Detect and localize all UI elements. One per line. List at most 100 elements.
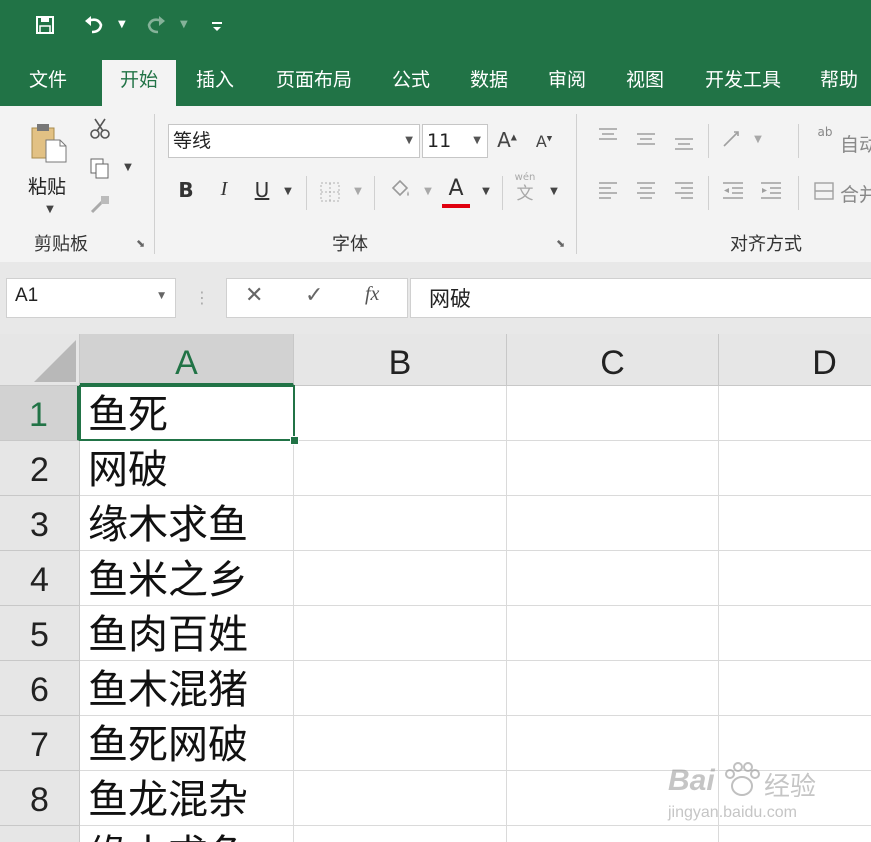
font-launcher-icon[interactable]: ⬊ xyxy=(556,238,568,250)
cell-b4[interactable] xyxy=(294,551,507,606)
cell-b9[interactable] xyxy=(294,826,507,842)
clipboard-launcher-icon[interactable]: ⬊ xyxy=(136,238,148,250)
tab-view[interactable]: 视图 xyxy=(614,60,676,106)
font-color-button[interactable]: A xyxy=(442,176,470,201)
phonetic-dropdown-icon[interactable]: ▼ xyxy=(548,186,560,197)
cell-a1[interactable]: 鱼死 xyxy=(80,386,294,441)
merge-center-label[interactable]: 合并 xyxy=(840,180,871,207)
row-header[interactable]: 1 xyxy=(0,386,80,441)
cell-c3[interactable] xyxy=(507,496,719,551)
save-icon[interactable] xyxy=(34,12,56,38)
align-right-icon[interactable] xyxy=(672,180,696,202)
row-header[interactable]: 8 xyxy=(0,771,80,826)
bold-button[interactable]: B xyxy=(176,178,196,202)
paste-icon[interactable] xyxy=(22,120,72,164)
font-color-dropdown-icon[interactable]: ▼ xyxy=(480,186,492,197)
cell-c2[interactable] xyxy=(507,441,719,496)
insert-function-button[interactable]: fx xyxy=(365,283,379,306)
row-header[interactable]: 3 xyxy=(0,496,80,551)
paste-dropdown-icon[interactable]: ▼ xyxy=(44,204,56,215)
cut-icon[interactable] xyxy=(88,116,112,140)
copy-dropdown-icon[interactable]: ▼ xyxy=(122,162,134,173)
increase-indent-icon[interactable] xyxy=(758,180,784,202)
grow-font-button[interactable]: A▲ xyxy=(496,128,518,152)
cell-b5[interactable] xyxy=(294,606,507,661)
cell-a2[interactable]: 网破 xyxy=(80,441,294,496)
fill-color-dropdown-icon[interactable]: ▼ xyxy=(422,186,434,197)
font-size-dropdown-icon[interactable]: ▼ xyxy=(473,125,481,157)
wrap-text-icon[interactable]: ab xyxy=(814,126,836,138)
tab-review[interactable]: 审阅 xyxy=(536,60,598,106)
paste-button[interactable]: 粘贴 xyxy=(22,172,72,199)
row-header[interactable]: 9 xyxy=(0,826,80,842)
merge-center-icon[interactable] xyxy=(812,180,836,202)
undo-dropdown-icon[interactable]: ▼ xyxy=(118,12,130,38)
orientation-icon[interactable] xyxy=(720,128,746,150)
tab-formulas[interactable]: 公式 xyxy=(380,60,442,106)
underline-dropdown-icon[interactable]: ▼ xyxy=(282,186,294,197)
customize-qat-icon[interactable] xyxy=(210,12,224,38)
copy-icon[interactable] xyxy=(88,156,112,180)
cell-a9[interactable]: 缘木求鱼 xyxy=(80,826,294,842)
format-painter-icon[interactable] xyxy=(88,192,112,216)
cell-c6[interactable] xyxy=(507,661,719,716)
row-header[interactable]: 7 xyxy=(0,716,80,771)
column-header-b[interactable]: B xyxy=(294,334,507,386)
row-header[interactable]: 2 xyxy=(0,441,80,496)
align-top-icon[interactable] xyxy=(596,126,620,148)
tab-home[interactable]: 开始 xyxy=(102,60,176,106)
name-box[interactable]: A1 ▼ xyxy=(6,278,176,318)
fill-color-icon[interactable] xyxy=(388,178,412,202)
fill-handle[interactable] xyxy=(290,436,299,445)
cell-b3[interactable] xyxy=(294,496,507,551)
cell-a3[interactable]: 缘木求鱼 xyxy=(80,496,294,551)
font-size-combo[interactable]: 11 ▼ xyxy=(422,124,488,158)
cell-d4[interactable] xyxy=(719,551,871,606)
redo-icon[interactable] xyxy=(144,12,168,38)
cell-b6[interactable] xyxy=(294,661,507,716)
cell-a4[interactable]: 鱼米之乡 xyxy=(80,551,294,606)
cell-d6[interactable] xyxy=(719,661,871,716)
cell-a8[interactable]: 鱼龙混杂 xyxy=(80,771,294,826)
cell-a5[interactable]: 鱼肉百姓 xyxy=(80,606,294,661)
column-header-a[interactable]: A xyxy=(80,334,294,386)
tab-data[interactable]: 数据 xyxy=(458,60,520,106)
formula-input[interactable]: 网破 xyxy=(410,278,871,318)
tab-insert[interactable]: 插入 xyxy=(184,60,246,106)
borders-dropdown-icon[interactable]: ▼ xyxy=(352,186,364,197)
wrap-text-label[interactable]: 自动 xyxy=(840,130,871,157)
italic-button[interactable]: I xyxy=(214,178,234,201)
cell-a6[interactable]: 鱼木混猪 xyxy=(80,661,294,716)
cell-c5[interactable] xyxy=(507,606,719,661)
row-header[interactable]: 5 xyxy=(0,606,80,661)
row-header[interactable]: 4 xyxy=(0,551,80,606)
cell-b8[interactable] xyxy=(294,771,507,826)
select-all-button[interactable] xyxy=(0,334,80,386)
tab-help[interactable]: 帮助 xyxy=(808,60,870,106)
tab-developer[interactable]: 开发工具 xyxy=(692,60,794,106)
cell-c4[interactable] xyxy=(507,551,719,606)
orientation-dropdown-icon[interactable]: ▼ xyxy=(752,134,764,145)
cell-b1[interactable] xyxy=(294,386,507,441)
column-header-c[interactable]: C xyxy=(507,334,719,386)
undo-icon[interactable] xyxy=(82,12,106,38)
name-box-dropdown-icon[interactable]: ▼ xyxy=(158,291,165,301)
formula-bar-grip-icon[interactable]: ⋮ xyxy=(194,288,210,308)
tab-file[interactable]: 文件 xyxy=(14,60,82,106)
tab-page-layout[interactable]: 页面布局 xyxy=(264,60,364,106)
cancel-entry-icon[interactable]: ✕ xyxy=(245,283,263,308)
cell-c1[interactable] xyxy=(507,386,719,441)
align-bottom-icon[interactable] xyxy=(672,130,696,152)
confirm-entry-icon[interactable]: ✓ xyxy=(305,283,323,308)
align-center-icon[interactable] xyxy=(634,180,658,202)
redo-dropdown-icon[interactable]: ▼ xyxy=(180,12,192,38)
phonetic-guide-button[interactable]: wén 文 xyxy=(512,172,538,204)
cell-d1[interactable] xyxy=(719,386,871,441)
cell-d3[interactable] xyxy=(719,496,871,551)
decrease-indent-icon[interactable] xyxy=(720,180,746,202)
font-name-dropdown-icon[interactable]: ▼ xyxy=(405,125,413,157)
column-header-d[interactable]: D xyxy=(719,334,871,386)
cell-a7[interactable]: 鱼死网破 xyxy=(80,716,294,771)
cell-d5[interactable] xyxy=(719,606,871,661)
cell-b7[interactable] xyxy=(294,716,507,771)
